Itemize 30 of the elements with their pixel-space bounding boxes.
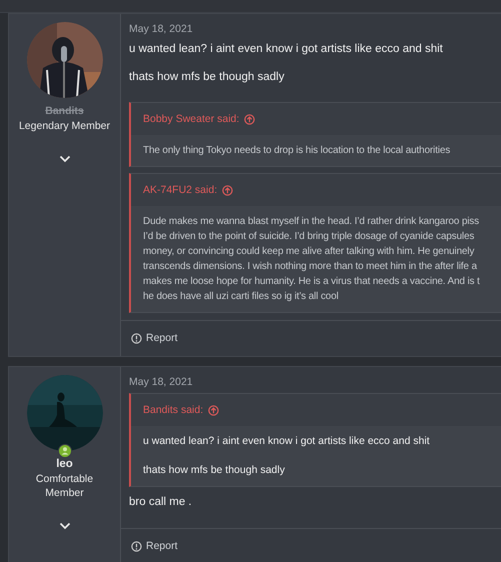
alert-circle-icon bbox=[131, 540, 142, 552]
username-link[interactable]: leo bbox=[56, 458, 73, 470]
quote-text: I’d be driven to the point of suicide. I’d bring triple dosage of cyanide capsules bbox=[143, 230, 474, 244]
quote-text: u wanted lean? i aint even know i got artists like ecco and shit bbox=[143, 434, 430, 449]
report-link[interactable]: Report bbox=[131, 540, 178, 552]
quote-text: Dude makes me wanna blast myself in the head. I’d rather drink kangaroo piss bbox=[143, 215, 480, 229]
quote-text: he does have all uzi carti files so ig it’s all cool bbox=[143, 290, 338, 304]
post-text: u wanted lean? i aint even know i got artists like ecco and shit bbox=[129, 43, 443, 55]
arrow-up-circle-icon[interactable] bbox=[222, 184, 234, 196]
quote-author-link[interactable]: Bobby Sweater said: bbox=[143, 113, 240, 125]
quote-author-link[interactable]: AK-74FU2 said: bbox=[143, 184, 218, 196]
username-link[interactable]: Bandits bbox=[45, 105, 84, 117]
post-text: bro call me . bbox=[129, 496, 192, 508]
post-text: thats how mfs be though sadly bbox=[129, 71, 284, 83]
alert-circle-icon bbox=[131, 332, 142, 344]
quote-text: The only thing Tokyo needs to drop is his location to the local authorities bbox=[143, 144, 450, 158]
arrow-up-circle-icon[interactable] bbox=[244, 114, 256, 124]
quote-author-link[interactable]: Bandits said: bbox=[143, 404, 204, 416]
report-link[interactable]: Report bbox=[131, 332, 178, 344]
quote-text: makes me loose hope for humanity. He is a virus that needs a vaccine. And is t bbox=[143, 275, 480, 289]
post-date[interactable]: May 18, 2021 bbox=[129, 376, 193, 388]
arrow-up-circle-icon[interactable] bbox=[208, 404, 220, 416]
quote-text: money, or convincing could keep me alive after talking with him. He genuinely bbox=[143, 245, 474, 259]
chevron-down-icon[interactable] bbox=[58, 522, 70, 530]
user-title: Legendary Member bbox=[18, 119, 112, 133]
chevron-down-icon[interactable] bbox=[58, 155, 70, 163]
post-date[interactable]: May 18, 2021 bbox=[129, 23, 193, 35]
quote-text: transcends dimensions. I wish nothing more than to meet him in the after life a bbox=[143, 260, 477, 274]
quote-text: thats how mfs be though sadly bbox=[143, 463, 285, 478]
user-title: Comfortable Member bbox=[34, 472, 94, 500]
